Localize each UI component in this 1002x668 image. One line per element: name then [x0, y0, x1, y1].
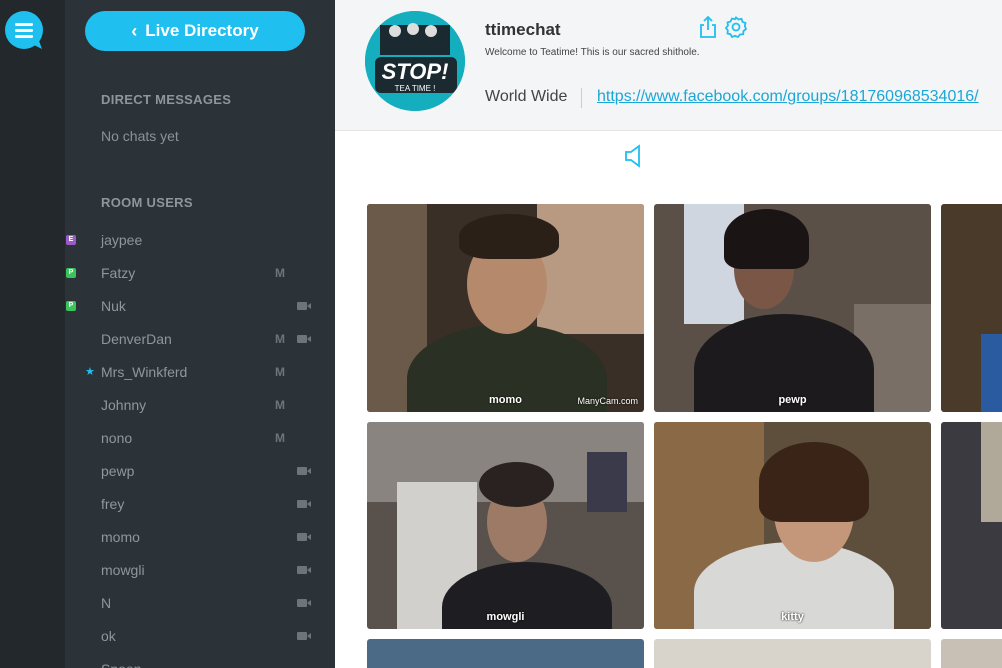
sidebar: ‹ Live Directory DIRECT MESSAGES No chat…: [65, 0, 335, 668]
user-row-spoon[interactable]: Spoon: [65, 652, 325, 668]
user-name: N: [101, 594, 112, 611]
room-link[interactable]: https://www.facebook.com/groups/18176096…: [597, 88, 979, 106]
video-tile-pewp[interactable]: pewp: [654, 204, 931, 412]
avatar-text-teatime: TEA TIME !: [394, 84, 436, 93]
room-users-title: ROOM USERS: [101, 195, 193, 210]
video-watermark: ManyCam.com: [577, 396, 638, 406]
user-badge-icon: P: [66, 300, 76, 311]
moderator-icon: M: [275, 397, 285, 412]
live-directory-label: Live Directory: [145, 21, 259, 40]
video-tile-kitty[interactable]: kitty: [654, 422, 931, 629]
room-name: ttimechat: [485, 20, 561, 39]
room-avatar: STOP! TEA TIME !: [365, 11, 465, 111]
video-tile-mowgli[interactable]: mowgli: [367, 422, 644, 629]
video-hair: [459, 214, 559, 259]
moderator-icon: M: [275, 364, 285, 379]
header-divider: [581, 88, 582, 108]
user-row-momo[interactable]: momo: [65, 520, 325, 553]
user-name: Spoon: [101, 661, 141, 668]
video-hair: [479, 462, 554, 507]
video-label: kitty: [781, 611, 804, 623]
moderator-icon: M: [275, 265, 285, 280]
video-tile-partial[interactable]: [941, 204, 1002, 412]
moderator-icon: M: [275, 331, 285, 346]
video-window: [587, 452, 627, 512]
user-row-nono[interactable]: nono M: [65, 421, 325, 454]
user-name: mowgli: [101, 561, 145, 578]
video-hair: [759, 442, 869, 522]
user-name: Fatzy: [101, 264, 136, 281]
camera-icon: [297, 334, 311, 343]
camera-icon: [297, 499, 311, 508]
camera-icon: [297, 301, 311, 310]
avatar-text-stop: STOP!: [381, 59, 449, 84]
user-name: momo: [101, 528, 140, 545]
room-description: Welcome to Teatime! This is our sacred s…: [485, 47, 700, 58]
user-row-fatzy[interactable]: P Fatzy M: [65, 256, 325, 289]
user-name: nono: [101, 429, 133, 446]
video-tile-momo[interactable]: momo ManyCam.com: [367, 204, 644, 412]
room-header: STOP! TEA TIME ! ttimechat Welcome to Te…: [335, 0, 1002, 131]
user-row-pewp[interactable]: pewp: [65, 454, 325, 487]
share-icon[interactable]: [698, 15, 718, 39]
speaker-icon[interactable]: [623, 143, 645, 169]
camera-icon: [297, 565, 311, 574]
video-tile-partial[interactable]: [367, 639, 644, 668]
user-row-mowgli[interactable]: mowgli: [65, 553, 325, 586]
menu-logo-icon[interactable]: [4, 10, 44, 50]
user-row-nuk[interactable]: P Nuk: [65, 289, 325, 322]
app-rail: [0, 0, 65, 668]
camera-icon: [297, 466, 311, 475]
user-name: Johnny: [101, 396, 147, 413]
camera-icon: [297, 598, 311, 607]
user-name: ok: [101, 627, 116, 644]
user-row-frey[interactable]: frey: [65, 487, 325, 520]
no-chats-text: No chats yet: [101, 128, 179, 144]
user-row-n[interactable]: N: [65, 586, 325, 619]
camera-icon: [297, 631, 311, 640]
user-name: DenverDan: [101, 330, 172, 347]
direct-messages-title: DIRECT MESSAGES: [101, 92, 232, 107]
user-row-mrs-winkferd[interactable]: ★ Mrs_Winkferd M: [65, 355, 325, 388]
settings-gear-icon[interactable]: [724, 16, 748, 39]
video-tile-partial[interactable]: [654, 639, 931, 668]
camera-icon: [297, 532, 311, 541]
star-icon: ★: [85, 366, 95, 378]
user-badge-icon: P: [66, 267, 76, 278]
video-bg: [981, 422, 1002, 522]
video-hair: [724, 209, 809, 269]
video-tile-partial[interactable]: [941, 639, 1002, 668]
user-row-ok[interactable]: ok: [65, 619, 325, 652]
video-bg: [537, 204, 644, 334]
moderator-icon: M: [275, 430, 285, 445]
user-row-johnny[interactable]: Johnny M: [65, 388, 325, 421]
user-row-denverdan[interactable]: DenverDan M: [65, 322, 325, 355]
user-badge-icon: E: [66, 234, 76, 245]
video-label: mowgli: [486, 611, 525, 623]
user-name: frey: [101, 495, 125, 512]
chevron-left-icon: ‹: [131, 20, 138, 41]
user-name: Mrs_Winkferd: [101, 363, 188, 380]
live-directory-button[interactable]: ‹ Live Directory: [85, 11, 305, 51]
user-name: jaypee: [101, 231, 143, 248]
room-users-list: Ejaypee P Fatzy M P Nuk DenverDan M ★ Mrs_Winkfer…: [65, 223, 325, 668]
room-location: World Wide: [485, 88, 568, 105]
user-row-jaypee[interactable]: Ejaypee: [65, 223, 325, 256]
video-bg: [981, 334, 1002, 412]
main-panel: STOP! TEA TIME ! ttimechat Welcome to Te…: [335, 0, 1002, 668]
video-label: pewp: [778, 394, 807, 406]
video-tile-partial[interactable]: [941, 422, 1002, 629]
user-name: Nuk: [101, 297, 126, 314]
user-name: pewp: [101, 462, 135, 479]
